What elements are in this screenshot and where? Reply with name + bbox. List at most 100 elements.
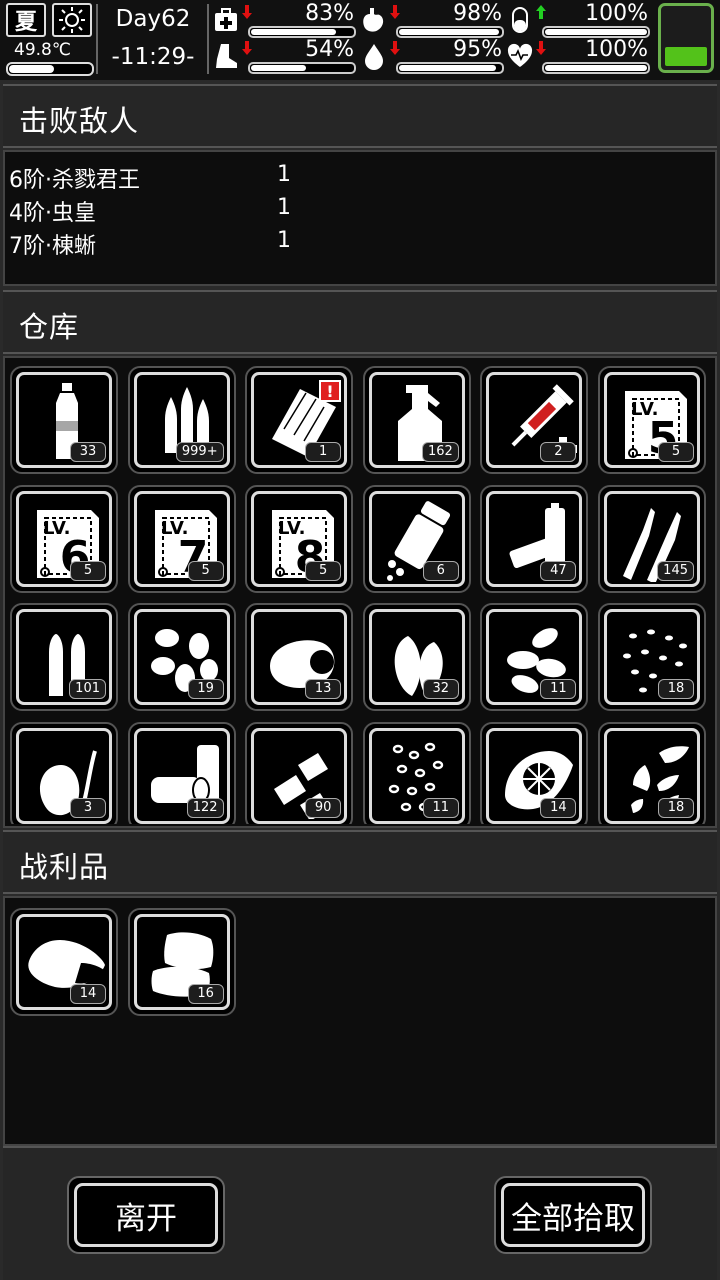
heart-icon <box>506 42 534 70</box>
item-slot[interactable]: 122 <box>127 721 236 824</box>
thermometer-icon <box>6 62 94 76</box>
item-slot[interactable]: 6 <box>362 484 471 593</box>
season-indicator: 夏 <box>6 3 46 37</box>
vital-stat: 95% <box>360 37 506 74</box>
item-slot[interactable]: ! 1 <box>245 366 354 474</box>
item-slot[interactable]: 90 <box>245 721 354 824</box>
stat-bar <box>542 62 650 74</box>
take-all-button[interactable]: 全部拾取 <box>494 1176 652 1254</box>
warehouse-grid[interactable]: 33 999+! 1 162 2 LV. 5 5 LV. 6 5 LV. 7 5 LV. 8 5 6 47 145 10… <box>3 358 717 824</box>
loot-header: 战利品 <box>3 830 717 894</box>
vital-stat: 100% <box>506 37 652 74</box>
item-count: 47 <box>540 560 577 581</box>
vital-stat: 100% <box>506 1 652 38</box>
enemy-row: 4阶·虫皇 1 <box>9 195 409 226</box>
sunflower-seeds-icon: 18 <box>604 727 700 824</box>
nuts-icon: 19 <box>133 609 230 705</box>
skill-book-icon: LV. 6 5 <box>16 490 112 587</box>
batteries-icon: 47 <box>486 490 583 587</box>
item-slot[interactable]: 18 <box>598 721 706 824</box>
enemy-count: 1 <box>277 162 291 187</box>
enemy-row: 6阶·杀戮君王 1 <box>9 162 409 193</box>
stat-value: 54% <box>305 37 354 62</box>
item-count: 162 <box>421 442 459 462</box>
meat-chunk-icon: 14 <box>16 914 112 1010</box>
seeds-icon: 18 <box>604 609 700 705</box>
battery-icon[interactable] <box>658 3 714 73</box>
item-slot[interactable]: LV. 7 5 <box>127 484 236 593</box>
skill-book-icon: LV. 7 5 <box>133 490 230 587</box>
enemy-row: 7阶·棟蜥 1 <box>9 228 409 259</box>
enemy-name: 6阶·杀戮君王 <box>9 168 140 193</box>
section-title: 仓库 <box>19 310 80 344</box>
arrow-down-icon <box>390 4 400 19</box>
vital-stat: 98% <box>360 1 506 38</box>
stat-value: 100% <box>585 37 648 62</box>
temperature-readout: 49.8℃ <box>14 40 71 60</box>
loot-panel[interactable]: 14 16 <box>3 896 717 1146</box>
stat-value: 100% <box>585 1 648 26</box>
item-slot[interactable]: LV. 8 5 <box>245 484 354 593</box>
item-slot[interactable]: 14 <box>10 908 118 1016</box>
boot-icon <box>212 42 240 70</box>
item-slot[interactable]: 47 <box>480 484 589 593</box>
item-count: 18 <box>658 797 694 818</box>
stat-level <box>399 65 496 71</box>
item-slot[interactable]: 19 <box>127 603 236 711</box>
item-count: 145 <box>657 560 694 581</box>
item-count: 14 <box>540 797 577 818</box>
stat-value: 83% <box>305 1 354 26</box>
section-title: 击败敌人 <box>19 104 140 138</box>
item-slot[interactable]: 3 <box>10 721 118 824</box>
item-slot[interactable]: 18 <box>598 603 706 711</box>
item-slot[interactable]: 162 <box>362 366 471 474</box>
item-count: 1 <box>305 442 342 462</box>
item-count: 122 <box>186 797 224 818</box>
stat-level <box>251 29 336 35</box>
stat-level <box>545 65 647 71</box>
clock: -11:29- <box>111 44 195 70</box>
enemy-name: 4阶·虫皇 <box>9 201 96 226</box>
item-slot[interactable]: 145 <box>598 484 706 593</box>
syringe-icon: 2 <box>486 372 583 468</box>
divider <box>207 4 209 74</box>
item-slot[interactable]: 2 <box>480 366 589 474</box>
item-slot[interactable]: 11 <box>480 603 589 711</box>
warehouse-header: 仓库 <box>3 290 717 354</box>
item-slot[interactable]: 16 <box>127 908 236 1016</box>
item-slot[interactable]: 11 <box>362 721 471 824</box>
cans-icon: 122 <box>133 727 230 824</box>
pill-bottle-icon: 6 <box>368 490 465 587</box>
arrow-down-icon <box>242 4 252 19</box>
item-slot[interactable]: 101 <box>10 603 118 711</box>
skill-book-icon: LV. 8 5 <box>251 490 348 587</box>
stat-bar <box>396 62 504 74</box>
item-slot[interactable]: 999+ <box>127 366 236 474</box>
item-count: 13 <box>305 679 342 699</box>
water-bottle-icon: 33 <box>16 372 112 468</box>
day-counter: Day62 <box>115 6 191 32</box>
item-count: 19 <box>187 679 224 699</box>
item-slot[interactable]: LV. 6 5 <box>10 484 118 593</box>
arrow-down-icon <box>390 40 400 55</box>
item-count: 32 <box>422 679 459 699</box>
clipboard-icon: ! 1 <box>251 372 348 468</box>
item-count: 5 <box>658 442 694 462</box>
pistol-rounds-icon: 101 <box>16 609 112 705</box>
item-count: 33 <box>70 442 106 462</box>
enemy-count: 1 <box>277 195 291 220</box>
skill-book-icon: LV. 5 5 <box>604 372 700 468</box>
item-count: 6 <box>422 560 459 581</box>
almonds-icon: 11 <box>486 609 583 705</box>
defeated-enemies-header: 击败敌人 <box>3 84 717 148</box>
stat-level <box>399 29 499 35</box>
cloth-icon: 16 <box>133 914 230 1010</box>
item-slot[interactable]: 14 <box>480 721 589 824</box>
item-slot[interactable]: 33 <box>10 366 118 474</box>
item-slot[interactable]: 13 <box>245 603 354 711</box>
item-slot[interactable]: 32 <box>362 603 471 711</box>
leave-button[interactable]: 离开 <box>67 1176 225 1254</box>
sun-icon <box>52 3 92 37</box>
shotgun-shells-icon: 90 <box>251 727 348 824</box>
item-slot[interactable]: LV. 5 5 <box>598 366 706 474</box>
